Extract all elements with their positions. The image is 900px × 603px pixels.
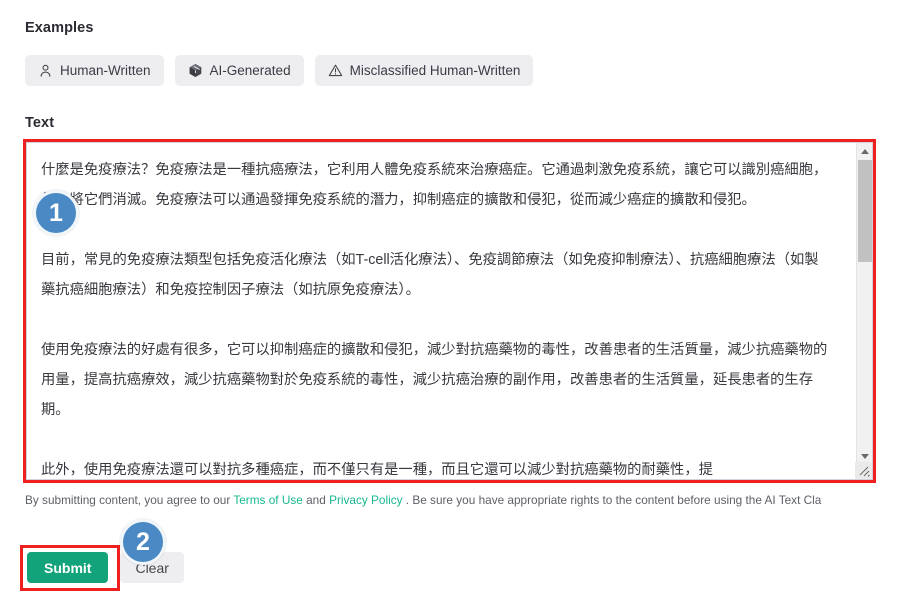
example-chip-label: AI-Generated <box>209 63 291 78</box>
step-badge-2: 2 <box>120 519 166 565</box>
scrollbar-thumb[interactable] <box>858 160 872 262</box>
textarea-frame[interactable]: 什麼是免疫療法？免疫療法是一種抗癌療法，它利用人體免疫系統來治療癌症。它通過刺激… <box>26 142 873 480</box>
resize-handle-icon[interactable] <box>855 462 872 479</box>
text-input[interactable]: 什麼是免疫療法？免疫療法是一種抗癌療法，它利用人體免疫系統來治療癌症。它通過刺激… <box>27 143 843 479</box>
warning-triangle-icon <box>328 63 343 78</box>
submit-button[interactable]: Submit <box>27 552 109 583</box>
scroll-up-icon[interactable] <box>857 143 872 159</box>
terms-of-use-link[interactable]: Terms of Use <box>233 493 303 507</box>
step-badge-1: 1 <box>33 190 79 236</box>
examples-chip-row: Human-Written AI-Generated Misclassified… <box>25 55 534 86</box>
text-input-area: 什麼是免疫療法？免疫療法是一種抗癌療法，它利用人體免疫系統來治療癌症。它通過刺激… <box>23 139 876 483</box>
privacy-policy-link[interactable]: Privacy Policy <box>329 493 402 507</box>
text-field-label: Text <box>25 115 55 131</box>
example-chip-misclassified-human-written[interactable]: Misclassified Human-Written <box>314 55 534 86</box>
example-chip-label: Human-Written <box>60 63 151 78</box>
cube-icon <box>188 63 203 78</box>
person-icon <box>38 63 53 78</box>
ai-text-classifier-panel: Examples Human-Written AI-Generated Misc… <box>0 0 900 603</box>
disclaimer-text: By submitting content, you agree to our … <box>25 489 873 511</box>
textarea-scrollbar[interactable] <box>856 143 872 479</box>
examples-section-label: Examples <box>25 20 94 36</box>
example-chip-human-written[interactable]: Human-Written <box>25 55 164 86</box>
example-chip-label: Misclassified Human-Written <box>349 63 521 78</box>
disclaimer-part-2: and <box>306 493 330 507</box>
disclaimer-part-1: By submitting content, you agree to our <box>25 493 234 507</box>
example-chip-ai-generated[interactable]: AI-Generated <box>174 55 304 86</box>
disclaimer-part-3: . Be sure you have appropriate rights to… <box>405 493 822 507</box>
